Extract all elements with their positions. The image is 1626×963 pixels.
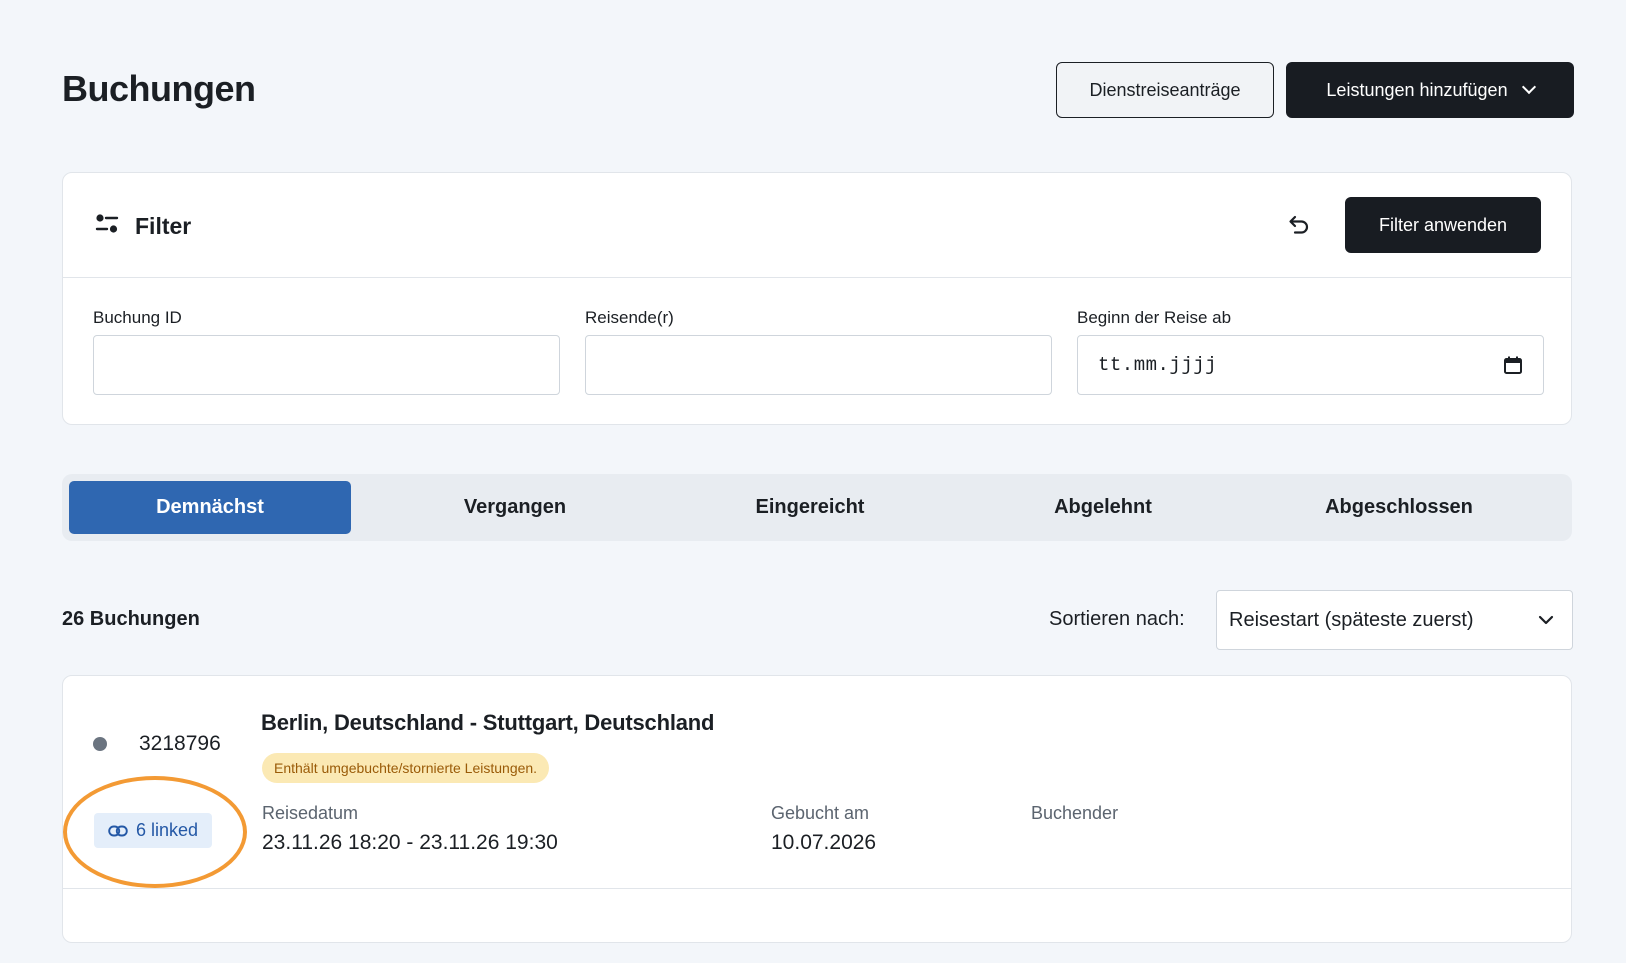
calendar-icon[interactable] <box>1503 355 1523 375</box>
traveler-label: Reisende(r) <box>585 308 674 327</box>
undo-icon[interactable] <box>1287 213 1311 237</box>
filter-sliders-icon <box>95 214 119 233</box>
booking-tabs: Demnächst Vergangen Eingereicht Abgelehn… <box>62 474 1572 541</box>
travel-requests-button[interactable]: Dienstreiseanträge <box>1056 62 1274 118</box>
apply-filter-label: Filter anwenden <box>1378 214 1508 235</box>
warning-badge: Enthält umgebuchte/stornierte Leistungen… <box>262 753 550 783</box>
travel-date-label: Reisedatum <box>262 803 359 823</box>
tab-upcoming[interactable]: Demnächst <box>69 481 351 534</box>
sort-value: Reisestart (späteste zuerst) <box>1229 608 1474 631</box>
booking-route[interactable]: Berlin, Deutschland - Stuttgart, Deutsch… <box>261 710 714 736</box>
filter-title: Filter <box>135 213 192 239</box>
booking-count: 26 Buchungen <box>62 608 200 630</box>
status-dot <box>93 737 107 751</box>
tab-rejected[interactable]: Abgelehnt <box>962 481 1244 534</box>
travel-requests-label: Dienstreiseanträge <box>1089 79 1241 100</box>
add-services-button[interactable]: Leistungen hinzufügen <box>1286 62 1574 118</box>
chevron-down-icon <box>1538 615 1554 625</box>
booked-on-label: Gebucht am <box>771 803 870 823</box>
travel-date-value: 23.11.26 18:20 - 23.11.26 19:30 <box>262 831 558 854</box>
start-date-placeholder: tt.mm.jjjj <box>1098 354 1218 376</box>
tab-submitted[interactable]: Eingereicht <box>669 481 951 534</box>
booking-card[interactable]: 3218796 6 linked Berlin, Deutschland - S… <box>62 675 1572 943</box>
page-title: Buchungen <box>62 68 256 109</box>
tab-completed[interactable]: Abgeschlossen <box>1258 481 1540 534</box>
start-date-label: Beginn der Reise ab <box>1077 308 1232 327</box>
chevron-down-icon <box>1521 79 1536 95</box>
add-services-label: Leistungen hinzufügen <box>1326 79 1508 100</box>
highlight-ring <box>63 776 247 888</box>
apply-filter-button[interactable]: Filter anwenden <box>1345 197 1541 253</box>
traveler-input[interactable] <box>585 335 1052 395</box>
booker-label: Buchender <box>1031 803 1119 823</box>
sort-select[interactable]: Reisestart (späteste zuerst) <box>1216 590 1573 650</box>
booked-on-value: 10.07.2026 <box>771 831 877 854</box>
filter-header: Filter Filter anwenden <box>63 173 1571 278</box>
tab-past[interactable]: Vergangen <box>374 481 656 534</box>
filter-panel: Filter Filter anwenden Buchung ID Reisen… <box>62 172 1572 425</box>
booking-id-input[interactable] <box>93 335 560 395</box>
booking-id: 3218796 <box>139 732 221 755</box>
card-divider <box>63 888 1571 889</box>
start-date-input[interactable]: tt.mm.jjjj <box>1077 335 1544 395</box>
sort-label: Sortieren nach: <box>1049 608 1185 630</box>
booking-id-label: Buchung ID <box>93 308 182 327</box>
